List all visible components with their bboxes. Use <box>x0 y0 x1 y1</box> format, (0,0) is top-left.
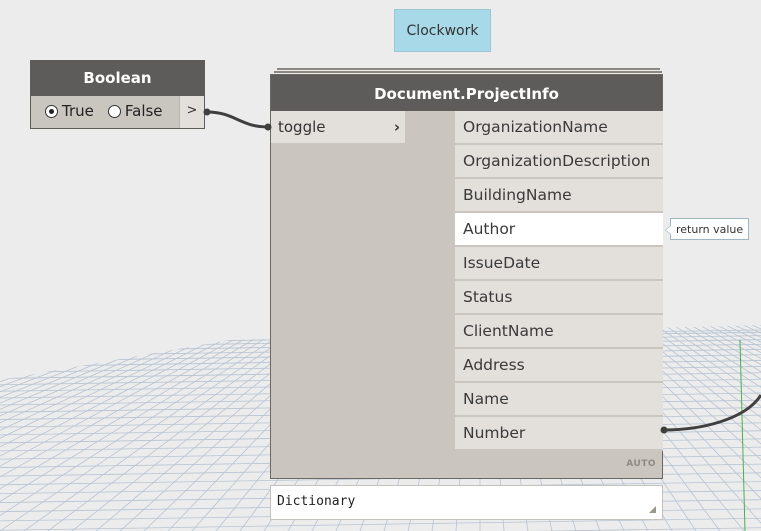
boolean-node-body: True False > <box>31 96 204 128</box>
node-stack-edge <box>277 68 660 70</box>
boolean-output-port[interactable]: > <box>179 96 204 128</box>
clockwork-group[interactable]: Clockwork <box>394 9 491 52</box>
radio-false-indicator[interactable] <box>107 104 121 118</box>
lacing-indicator[interactable]: AUTO <box>626 459 656 469</box>
output-ports: OrganizationName OrganizationDescription… <box>455 111 663 451</box>
boolean-node[interactable]: Boolean True False > <box>30 60 205 129</box>
output-port-organizationname[interactable]: OrganizationName <box>455 111 663 145</box>
output-port-address[interactable]: Address <box>455 349 663 383</box>
clockwork-group-label: Clockwork <box>406 22 479 39</box>
output-port-buildingname[interactable]: BuildingName <box>455 179 663 213</box>
output-port-clientname[interactable]: ClientName <box>455 315 663 349</box>
output-port-issuedate[interactable]: IssueDate <box>455 247 663 281</box>
resize-grip-icon[interactable] <box>649 506 656 513</box>
projectinfo-node-title: Document.ProjectInfo <box>271 75 662 111</box>
node-stack-edge <box>274 71 662 73</box>
projectinfo-node[interactable]: Document.ProjectInfo toggle › Organizati… <box>270 74 663 479</box>
output-port-author[interactable]: Author <box>455 213 663 247</box>
boolean-node-title: Boolean <box>31 61 204 96</box>
radio-true-indicator[interactable] <box>45 104 58 118</box>
input-port-toggle[interactable]: toggle › <box>271 111 405 143</box>
preview-bubble[interactable]: Dictionary <box>270 485 663 520</box>
boolean-radio-group: True False <box>45 102 163 120</box>
radio-false[interactable]: False <box>107 102 163 120</box>
output-port-name[interactable]: Name <box>455 383 663 417</box>
output-port-status[interactable]: Status <box>455 281 663 315</box>
radio-true-label: True <box>62 102 94 120</box>
output-port-number[interactable]: Number <box>455 417 663 451</box>
input-port-label: toggle <box>278 118 326 136</box>
chevron-right-icon: › <box>393 118 400 136</box>
radio-false-label: False <box>124 102 163 120</box>
port-tooltip: return value <box>664 218 750 240</box>
output-port-organizationdescription[interactable]: OrganizationDescription <box>455 145 663 179</box>
preview-text: Dictionary <box>277 494 356 509</box>
radio-true[interactable]: True <box>45 102 94 120</box>
